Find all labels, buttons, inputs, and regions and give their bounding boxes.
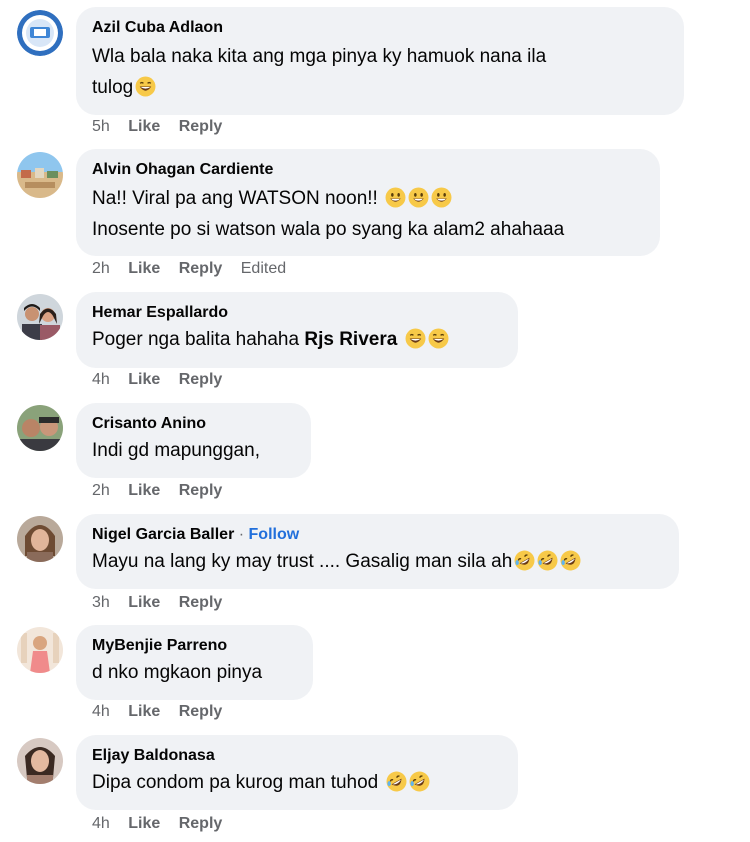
comment-actions: 2h Like Reply (92, 482, 236, 500)
comment-author: Nigel Garcia Baller · Follow (92, 524, 663, 546)
rofl-emoji-icon (409, 771, 429, 792)
comment-text: Dipa condom pa kurog man tuhod (92, 767, 502, 798)
mention-link[interactable]: Rjs Rivera (304, 329, 397, 350)
comment-author[interactable]: Crisanto Anino (92, 413, 295, 435)
reply-button[interactable]: Reply (179, 815, 223, 832)
comment-bubble: Crisanto Anino Indi gd mapunggan, (76, 403, 311, 478)
comment-text: d nko mgkaon pinya (92, 662, 263, 683)
reply-button[interactable]: Reply (179, 703, 223, 720)
comment-time[interactable]: 2h (92, 260, 110, 277)
avatar[interactable] (17, 294, 63, 340)
like-button[interactable]: Like (128, 482, 160, 499)
comment-time[interactable]: 3h (92, 594, 110, 611)
comment-text: Mayu na lang ky may trust .... Gasalig m… (92, 546, 663, 577)
follow-button[interactable]: Follow (249, 526, 300, 543)
comment-text: Na!! Viral pa ang WATSON noon!! Inosente… (92, 187, 565, 240)
laughing-emoji-icon (135, 76, 156, 97)
comment-bubble: MyBenjie Parreno d nko mgkaon pinya (76, 625, 313, 700)
reply-button[interactable]: Reply (179, 482, 223, 499)
comment-time[interactable]: 4h (92, 815, 110, 832)
comment-time[interactable]: 4h (92, 371, 110, 388)
laughing-emoji-icon (428, 328, 449, 349)
comment-bubble: Hemar Espallardo Poger nga balita hahaha… (76, 292, 518, 368)
comment-author[interactable]: Eljay Baldonasa (92, 745, 502, 767)
avatar[interactable] (17, 516, 63, 562)
like-button[interactable]: Like (128, 371, 160, 388)
laughing-emoji-icon (405, 328, 426, 349)
comment-time[interactable]: 4h (92, 703, 110, 720)
comment-text: Wla bala naka kita ang mga pinya ky hamu… (92, 46, 547, 98)
avatar[interactable] (17, 627, 63, 673)
like-button[interactable]: Like (128, 703, 160, 720)
rofl-emoji-icon (537, 550, 558, 571)
comment-bubble: Azil Cuba Adlaon Wla bala naka kita ang … (76, 7, 684, 115)
like-button[interactable]: Like (128, 815, 160, 832)
comment-text: Poger nga balita hahaha Rjs Rivera (92, 324, 502, 355)
comment-author[interactable]: Alvin Ohagan Cardiente (92, 159, 644, 181)
reply-button[interactable]: Reply (179, 594, 223, 611)
reply-button[interactable]: Reply (179, 371, 223, 388)
author-name[interactable]: Nigel Garcia Baller (92, 526, 234, 543)
grinning-emoji-icon (385, 187, 406, 208)
avatar[interactable] (17, 10, 63, 56)
comment-author[interactable]: Azil Cuba Adlaon (92, 17, 668, 39)
comment-actions: 4h Like Reply (92, 815, 236, 833)
avatar[interactable] (17, 405, 63, 451)
comment-text: Indi gd mapunggan, (92, 440, 260, 461)
comment-time[interactable]: 2h (92, 482, 110, 499)
comment-actions: 4h Like Reply (92, 703, 236, 721)
comment-bubble: Nigel Garcia Baller · Follow Mayu na lan… (76, 514, 679, 589)
avatar[interactable] (17, 738, 63, 784)
edited-label: Edited (240, 260, 287, 277)
grinning-emoji-icon (408, 187, 429, 208)
comment-actions: 5h Like Reply (92, 118, 236, 136)
comment-author[interactable]: Hemar Espallardo (92, 302, 502, 324)
rofl-emoji-icon (514, 550, 535, 571)
comment-bubble: Eljay Baldonasa Dipa condom pa kurog man… (76, 735, 518, 810)
reply-button[interactable]: Reply (179, 260, 223, 277)
separator-dot: · (238, 526, 245, 543)
grinning-emoji-icon (431, 187, 452, 208)
comment-actions: 4h Like Reply (92, 371, 236, 389)
comment-time[interactable]: 5h (92, 118, 110, 135)
like-button[interactable]: Like (128, 260, 160, 277)
rofl-emoji-icon (386, 771, 406, 792)
avatar[interactable] (17, 152, 63, 198)
reply-button[interactable]: Reply (179, 118, 223, 135)
comment-actions: 2h Like Reply Edited (92, 260, 300, 278)
rofl-emoji-icon (560, 550, 581, 571)
comment-actions: 3h Like Reply (92, 594, 236, 612)
comment-bubble: Alvin Ohagan Cardiente Na!! Viral pa ang… (76, 149, 660, 256)
like-button[interactable]: Like (128, 594, 160, 611)
comment-author[interactable]: MyBenjie Parreno (92, 635, 297, 657)
like-button[interactable]: Like (128, 118, 160, 135)
